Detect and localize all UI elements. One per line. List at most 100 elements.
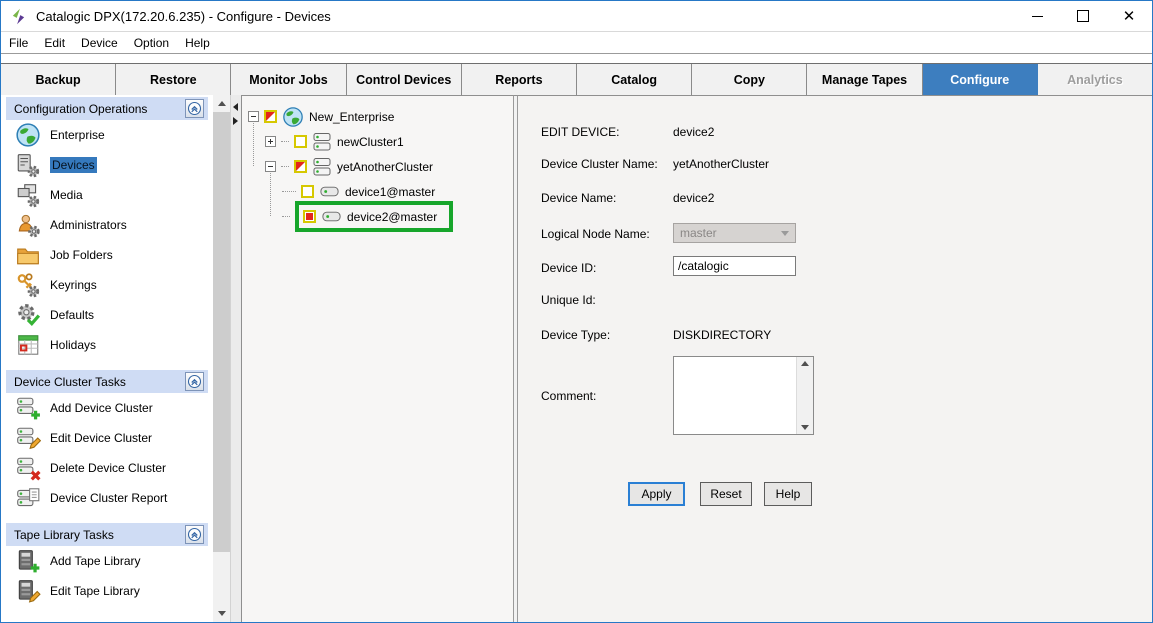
tab-reports[interactable]: Reports: [462, 64, 577, 95]
sidebar-item-device-cluster-report[interactable]: Device Cluster Report: [6, 483, 208, 513]
collapse-expander-icon[interactable]: [248, 111, 259, 122]
sidebar-item-media[interactable]: Media: [6, 180, 208, 210]
administrators-icon: [15, 212, 41, 238]
delete-device-cluster-icon: [15, 455, 41, 481]
sidebar-item-label: Keyrings: [50, 278, 97, 292]
keyrings-icon: [15, 272, 41, 298]
collapse-expander-icon[interactable]: [265, 161, 276, 172]
comment-scrollbar[interactable]: [796, 357, 813, 434]
edit-device-value: device2: [673, 125, 714, 139]
sidebar: Configuration Operations Enterpri: [1, 95, 213, 622]
collapse-section-button[interactable]: [185, 99, 204, 118]
menu-bar: File Edit Device Option Help: [1, 32, 1152, 54]
tab-copy[interactable]: Copy: [692, 64, 807, 95]
app-window: Catalogic DPX(172.20.6.235) - Configure …: [0, 0, 1153, 623]
sidebar-item-keyrings[interactable]: Keyrings: [6, 270, 208, 300]
section-title: Configuration Operations: [14, 102, 185, 116]
sidebar-item-holidays[interactable]: Holidays: [6, 330, 208, 360]
tab-bar: Backup Restore Monitor Jobs Control Devi…: [1, 63, 1152, 96]
device-name-value: device2: [673, 191, 714, 205]
logical-node-name-select[interactable]: master: [673, 223, 796, 243]
tab-control-devices[interactable]: Control Devices: [347, 64, 462, 95]
sidebar-item-enterprise[interactable]: Enterprise: [6, 120, 208, 150]
sidebar-item-add-tape-library[interactable]: Add Tape Library: [6, 546, 208, 576]
device-type-label: Device Type:: [541, 328, 610, 342]
tab-analytics[interactable]: Analytics: [1038, 64, 1152, 95]
tab-configure[interactable]: Configure: [923, 64, 1038, 95]
sidebar-item-job-folders[interactable]: Job Folders: [6, 240, 208, 270]
menu-edit[interactable]: Edit: [36, 33, 73, 53]
menu-device[interactable]: Device: [73, 33, 126, 53]
section-configuration-operations: Configuration Operations Enterpri: [6, 97, 208, 360]
device-icon: [319, 182, 340, 201]
minimize-button[interactable]: [1014, 1, 1060, 31]
logical-node-name-label: Logical Node Name:: [541, 227, 650, 241]
menu-file[interactable]: File: [1, 33, 36, 53]
collapse-section-button[interactable]: [185, 372, 204, 391]
add-device-cluster-icon: [15, 395, 41, 421]
sidebar-item-delete-device-cluster[interactable]: Delete Device Cluster: [6, 453, 208, 483]
selected-device-highlight: device2@master: [295, 201, 453, 232]
maximize-icon: [1077, 10, 1089, 22]
device-cluster-icon: [312, 132, 332, 152]
collapse-chevrons-icon: [187, 374, 202, 389]
comment-textarea[interactable]: [674, 357, 796, 434]
scrollbar-thumb[interactable]: [213, 112, 230, 552]
media-icon: [15, 182, 41, 208]
sidebar-scrollbar[interactable]: [213, 95, 230, 622]
tab-catalog[interactable]: Catalog: [577, 64, 692, 95]
menu-option[interactable]: Option: [126, 33, 177, 53]
tree-checkbox-checked[interactable]: [303, 210, 316, 223]
maximize-button[interactable]: [1060, 1, 1106, 31]
tree-connector-stub: [282, 191, 296, 192]
device-id-input[interactable]: [673, 256, 796, 276]
sidebar-item-defaults[interactable]: Defaults: [6, 300, 208, 330]
sidebar-item-administrators[interactable]: Administrators: [6, 210, 208, 240]
tree-node-new-enterprise[interactable]: New_Enterprise: [248, 104, 394, 129]
comment-box: [673, 356, 814, 435]
expand-expander-icon[interactable]: [265, 136, 276, 147]
apply-button[interactable]: Apply: [628, 482, 685, 506]
tree-node-device2[interactable]: device2@master: [282, 200, 453, 233]
tree-checkbox-partial[interactable]: [264, 110, 277, 123]
reset-button[interactable]: Reset: [700, 482, 752, 506]
close-button[interactable]: ✕: [1106, 1, 1152, 31]
collapse-section-button[interactable]: [185, 525, 204, 544]
minimize-icon: [1032, 16, 1043, 17]
sidebar-item-label: Media: [50, 188, 83, 202]
tab-monitor-jobs[interactable]: Monitor Jobs: [231, 64, 346, 95]
help-button[interactable]: Help: [764, 482, 812, 506]
panel-splitter[interactable]: [230, 95, 242, 622]
sidebar-item-label: Administrators: [50, 218, 127, 232]
sidebar-item-edit-tape-library[interactable]: Edit Tape Library: [6, 576, 208, 606]
sidebar-item-edit-device-cluster[interactable]: Edit Device Cluster: [6, 423, 208, 453]
splitter-collapse-right-icon: [233, 117, 238, 125]
chevron-down-icon: [781, 231, 789, 236]
tree-node-newcluster1[interactable]: newCluster1: [265, 129, 404, 154]
edit-device-form: EDIT DEVICE: device2 Device Cluster Name…: [518, 95, 1152, 622]
section-device-cluster-tasks: Device Cluster Tasks Add Device C: [6, 370, 208, 513]
collapse-chevrons-icon: [187, 527, 202, 542]
sidebar-item-label: Holidays: [50, 338, 96, 352]
tree-node-label: New_Enterprise: [309, 110, 394, 124]
tree-checkbox-unchecked[interactable]: [294, 135, 307, 148]
scroll-down-button[interactable]: [213, 605, 230, 622]
tree-node-label: device1@master: [345, 185, 435, 199]
tree-node-yetanothercluster[interactable]: yetAnotherCluster: [265, 154, 433, 179]
tree-checkbox-partial[interactable]: [294, 160, 307, 173]
splitter-collapse-left-icon: [233, 103, 238, 111]
sidebar-item-add-device-cluster[interactable]: Add Device Cluster: [6, 393, 208, 423]
tab-restore[interactable]: Restore: [116, 64, 231, 95]
menu-help[interactable]: Help: [177, 33, 218, 53]
tab-backup[interactable]: Backup: [1, 64, 116, 95]
enterprise-globe-icon: [15, 122, 41, 148]
tree-node-label: newCluster1: [337, 135, 404, 149]
device-cluster-report-icon: [15, 485, 41, 511]
tab-manage-tapes[interactable]: Manage Tapes: [807, 64, 922, 95]
sidebar-item-label: Defaults: [50, 308, 94, 322]
tree-node-label: yetAnotherCluster: [337, 160, 433, 174]
tree-checkbox-unchecked[interactable]: [301, 185, 314, 198]
sidebar-item-devices[interactable]: Devices: [6, 150, 208, 180]
scroll-up-button[interactable]: [213, 95, 230, 112]
device-cluster-name-label: Device Cluster Name:: [541, 157, 658, 171]
